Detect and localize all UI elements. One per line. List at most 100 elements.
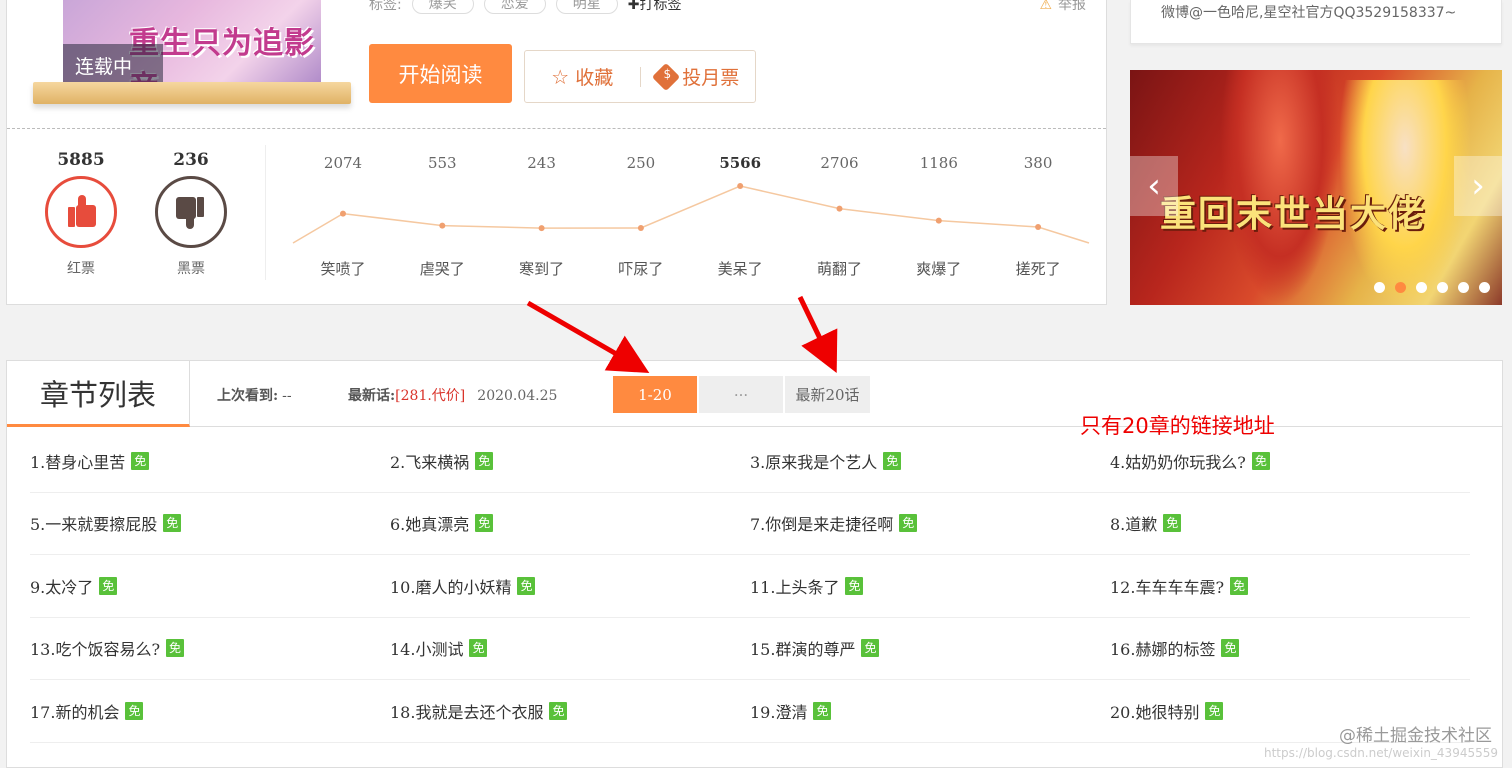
chapter-link[interactable]: 2.飞来横祸免 <box>390 430 750 492</box>
report-label: 举报 <box>1058 0 1086 13</box>
reaction-count: 2706 <box>820 154 859 172</box>
reaction-line <box>292 185 1090 244</box>
black-vote[interactable]: 236 黑票 <box>153 150 229 278</box>
page-tab-more[interactable]: ··· <box>699 376 783 413</box>
red-vote[interactable]: 5885 红票 <box>43 150 119 278</box>
tag-chip[interactable]: 恋爱 <box>483 0 546 14</box>
reaction-count: 380 <box>1023 154 1053 172</box>
chapter-link[interactable]: 19.澄清免 <box>750 680 1110 742</box>
chapter-link[interactable]: 4.姑奶奶你玩我么? 免 <box>1110 430 1470 492</box>
tag-chip[interactable]: 爆笑 <box>411 0 474 14</box>
thumbs-down-icon[interactable] <box>155 176 227 248</box>
tag-chip[interactable]: 明星 <box>555 0 618 14</box>
last-read-label: 上次看到: <box>217 388 279 404</box>
latest-chapter-link[interactable]: [281.代价] <box>395 388 465 404</box>
banner-dot[interactable] <box>1416 282 1427 293</box>
free-badge: 免 <box>166 639 185 658</box>
thumbs-up-icon[interactable] <box>45 176 117 248</box>
chapter-title: 20.她很特别 <box>1110 702 1200 722</box>
reaction-label[interactable]: 吓尿了 <box>601 258 681 279</box>
banner-dot[interactable] <box>1479 282 1490 293</box>
chapter-grid: 1.替身心里苦免 2.飞来横祸免 3.原来我是个艺人免 4.姑奶奶你玩我么? 免 5.一来… <box>30 430 1470 743</box>
promo-banner[interactable]: 重回末世当大佬 ‹ › <box>1130 70 1502 305</box>
chapter-link[interactable]: 18.我就是去还个衣服免 <box>390 680 750 742</box>
chapter-link[interactable]: 6.她真漂亮免 <box>390 493 750 555</box>
annotation-arrows <box>526 295 838 374</box>
reaction-label[interactable]: 虐哭了 <box>402 258 482 279</box>
reaction-point <box>340 210 346 217</box>
comic-cover-image[interactable]: 重生只为追影帝 连载中 <box>63 0 321 84</box>
banner-dot[interactable] <box>1437 282 1448 293</box>
last-read-value: -- <box>282 388 292 404</box>
reaction-count: 2074 <box>323 154 363 172</box>
add-tag-button[interactable]: ✚打标签 <box>628 0 682 14</box>
star-icon: ☆ <box>551 64 570 89</box>
reaction-label[interactable]: 寒到了 <box>502 258 582 279</box>
chapter-link[interactable]: 14.小测试免 <box>390 618 750 680</box>
reaction-label[interactable]: 搓死了 <box>998 258 1078 279</box>
cover-shelf: 重生只为追影帝 连载中 <box>33 0 351 108</box>
reaction-label[interactable]: 美呆了 <box>700 258 780 279</box>
chapter-title: 19.澄清 <box>750 702 808 722</box>
free-badge: 免 <box>1163 514 1182 533</box>
free-badge: 免 <box>845 576 864 595</box>
free-badge: 免 <box>1205 701 1224 720</box>
reaction-count: 1186 <box>919 154 958 172</box>
chapter-link[interactable]: 3.原来我是个艺人免 <box>750 430 1110 492</box>
reaction-point <box>737 183 744 189</box>
reaction-label[interactable]: 爽爆了 <box>899 258 979 279</box>
chapter-link[interactable]: 12.车车车车震? 免 <box>1110 555 1470 617</box>
tag-label: 标签: <box>369 0 402 13</box>
shelf-decoration <box>33 82 351 104</box>
reaction-count: 553 <box>427 154 457 172</box>
chapter-link[interactable]: 8.道歉免 <box>1110 493 1470 555</box>
reaction-point <box>935 217 942 224</box>
latest-date: 2020.04.25 <box>477 388 558 404</box>
banner-dot[interactable] <box>1374 282 1385 293</box>
action-box: ☆ 收藏 投月票 <box>524 50 756 103</box>
chapter-row: 17.新的机会免 18.我就是去还个衣服免 19.澄清免 20.她很特别免 <box>30 680 1470 743</box>
last-read: 上次看到: -- <box>217 385 292 405</box>
chapter-link[interactable]: 11.上头条了免 <box>750 555 1110 617</box>
warning-icon: ⚠ <box>1039 0 1052 13</box>
chapter-title: 14.小测试 <box>390 640 464 660</box>
report-link[interactable]: ⚠ 举报 <box>1039 0 1086 14</box>
banner-dots <box>1374 282 1490 293</box>
chapter-link[interactable]: 9.太冷了免 <box>30 555 390 617</box>
reaction-chart: 2074 笑喷了 553 虐哭了 243 寒到了 250 吓尿了 5566 美呆了 2706 萌翻了 1… <box>285 148 1095 288</box>
free-badge: 免 <box>549 701 568 720</box>
chapter-link[interactable]: 15.群演的尊严免 <box>750 618 1110 680</box>
chapter-link[interactable]: 1.替身心里苦免 <box>30 430 390 492</box>
banner-dot[interactable] <box>1458 282 1469 293</box>
chapter-link[interactable]: 13.吃个饭容易么? 免 <box>30 618 390 680</box>
chapter-title: 11.上头条了 <box>750 577 840 597</box>
page-tab-latest[interactable]: 最新20话 <box>785 376 870 413</box>
free-badge: 免 <box>475 514 494 533</box>
reaction-count: 250 <box>626 154 656 172</box>
reaction-label[interactable]: 笑喷了 <box>303 258 383 279</box>
monthly-vote-button[interactable]: 投月票 <box>641 62 756 91</box>
chapter-link[interactable]: 16.赫娜的标签免 <box>1110 618 1470 680</box>
chapter-row: 9.太冷了免 10.磨人的小妖精免 11.上头条了免 12.车车车车震? 免 <box>30 555 1470 618</box>
banner-next-button[interactable]: › <box>1454 156 1502 216</box>
banner-prev-button[interactable]: ‹ <box>1130 156 1178 216</box>
chapter-link[interactable]: 17.新的机会免 <box>30 680 390 742</box>
red-vote-label: 红票 <box>67 261 95 277</box>
chapter-title: 17.新的机会 <box>30 702 120 722</box>
free-badge: 免 <box>899 514 918 533</box>
chapter-link[interactable]: 5.一来就要擦屁股免 <box>30 493 390 555</box>
reaction-point <box>538 225 545 232</box>
page-tab-1-20[interactable]: 1-20 <box>613 376 697 413</box>
reaction-label[interactable]: 萌翻了 <box>800 258 880 279</box>
chapter-link[interactable]: 7.你倒是来走捷径啊免 <box>750 493 1110 555</box>
reaction-point <box>637 225 644 232</box>
chapter-title: 3.原来我是个艺人 <box>750 452 878 472</box>
monthly-vote-label: 投月票 <box>682 67 740 89</box>
red-vote-count: 5885 <box>57 150 105 170</box>
chapter-link[interactable]: 10.磨人的小妖精免 <box>390 555 750 617</box>
latest-chapter: 最新话:[281.代价] 2020.04.25 <box>348 385 557 405</box>
favorite-button[interactable]: ☆ 收藏 <box>525 63 640 90</box>
arrow-to-latest-tab <box>797 295 838 374</box>
start-reading-button[interactable]: 开始阅读 <box>369 44 512 103</box>
banner-dot-active[interactable] <box>1395 282 1406 293</box>
